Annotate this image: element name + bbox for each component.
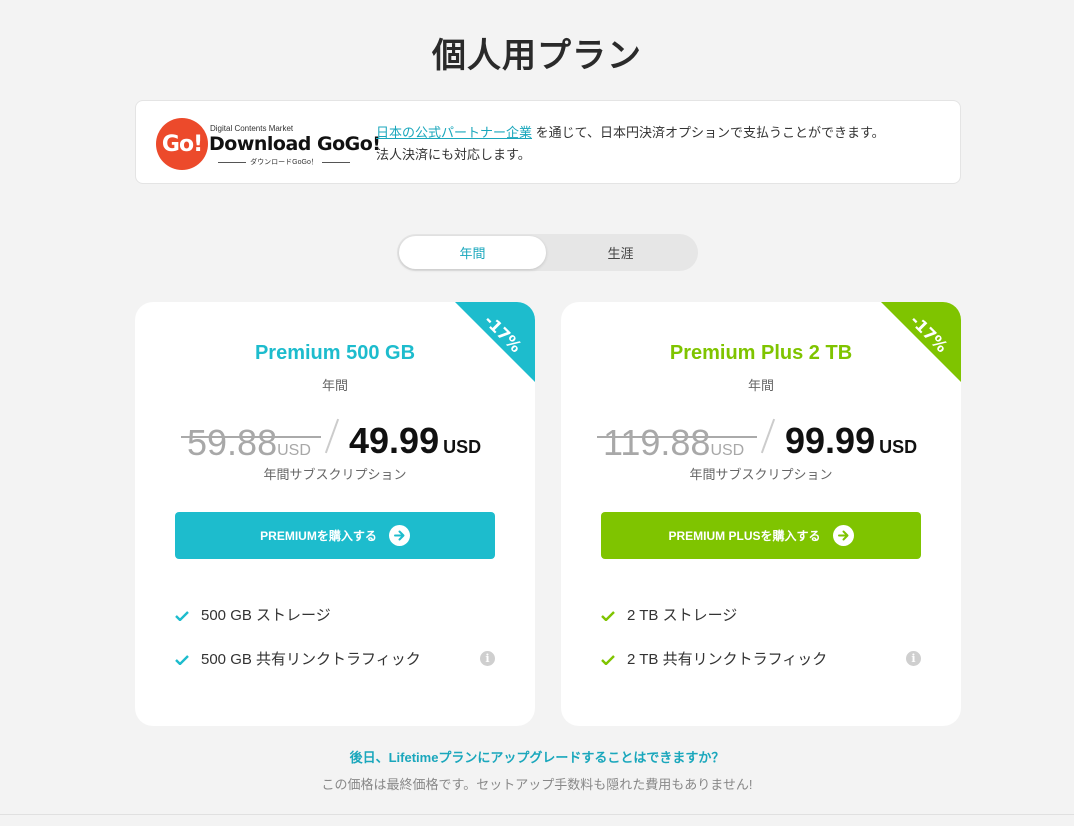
old-price-unit: USD [710, 442, 745, 459]
price-caption: 年間サブスクリプション [689, 467, 833, 482]
toggle-option-lifetime[interactable]: 生涯 [547, 236, 694, 269]
logo-wordmark: Download GoGo! [209, 133, 381, 155]
logo-go-badge: Go! [156, 118, 208, 170]
plan-name: Premium 500 GB [254, 342, 416, 364]
price-row: 59.88USD 49.99 USD [135, 418, 535, 464]
plan-name: Premium Plus 2 TB [669, 342, 853, 364]
page-title: 個人用プラン [432, 36, 642, 76]
plan-card-premium-500gb: -17% Premium 500 GB 年間 59.88USD 49.99 USD… [135, 302, 535, 726]
new-price-unit: USD [443, 437, 482, 457]
plan-period: 年間 [747, 378, 774, 393]
partner-banner: Go! Digital Contents Market Download GoG… [135, 100, 961, 184]
toggle-option-annual[interactable]: 年間 [399, 236, 546, 269]
new-price: 49.99 USD [349, 420, 481, 462]
check-icon [601, 608, 617, 625]
logo-tagline: Digital Contents Market [210, 124, 294, 133]
partner-description: 日本の公式パートナー企業 を通じて、日本円決済オプションで支払うことができます。… [376, 122, 885, 166]
old-price: 119.88USD [603, 422, 744, 464]
price-divider [324, 418, 340, 454]
buy-premium-plus-button[interactable]: PREMIUM PLUSを購入する [601, 512, 921, 559]
plan-card-premium-plus-2tb: -17% Premium Plus 2 TB 年間 119.88USD 99.9… [561, 302, 961, 726]
partner-text-line2: 法人決済にも対応します。 [376, 147, 531, 162]
check-icon [175, 608, 191, 625]
check-icon [175, 652, 191, 669]
partner-text-line1: を通じて、日本円決済オプションで支払うことができます。 [532, 125, 885, 140]
partner-link[interactable]: 日本の公式パートナー企業 [376, 125, 532, 140]
feature-label: 2 TB ストレージ [627, 607, 738, 624]
faq-upgrade-link[interactable]: 後日、Lifetimeプランにアップグレードすることはできますか？ [0, 747, 1074, 766]
divider [0, 814, 1074, 815]
buy-button-label: PREMIUM PLUSを購入する [668, 529, 821, 543]
old-price-value: 119.88 [603, 422, 711, 463]
new-price: 99.99 USD [785, 420, 917, 462]
billing-period-toggle: 年間 生涯 [397, 234, 698, 271]
price-divider [760, 418, 776, 454]
arrow-right-circle-icon [832, 525, 854, 546]
price-footnote: この価格は最終価格です。セットアップ手数料も隠れた費用もありません! [321, 777, 753, 792]
price-caption: 年間サブスクリプション [263, 467, 407, 482]
new-price-value: 49.99 [349, 420, 440, 461]
arrow-right-circle-icon [388, 525, 410, 546]
old-price-value: 59.88 [187, 422, 278, 463]
info-icon[interactable]: i [906, 651, 921, 666]
old-price-unit: USD [277, 442, 311, 459]
feature-label: 500 GB 共有リンクトラフィック [201, 651, 421, 668]
buy-premium-button[interactable]: PREMIUMを購入する [175, 512, 495, 559]
feature-label: 500 GB ストレージ [201, 607, 331, 624]
plan-period: 年間 [321, 378, 348, 393]
logo-subtitle: ダウンロードGoGo！ [210, 157, 358, 167]
feature-item: 500 GB ストレージ [175, 604, 331, 625]
old-price-strikethrough [597, 436, 757, 438]
old-price-strikethrough [181, 436, 321, 438]
buy-button-label: PREMIUMを購入する [260, 529, 377, 543]
new-price-unit: USD [879, 437, 918, 457]
check-icon [601, 652, 617, 669]
price-row: 119.88USD 99.99 USD [561, 418, 961, 464]
new-price-value: 99.99 [785, 420, 876, 461]
feature-item: 2 TB ストレージ [601, 604, 737, 625]
download-gogo-logo: Go! Digital Contents Market Download GoG… [156, 118, 381, 170]
feature-label: 2 TB 共有リンクトラフィック [627, 651, 828, 668]
feature-item: 2 TB 共有リンクトラフィック [601, 648, 827, 669]
old-price: 59.88USD [187, 422, 311, 464]
feature-item: 500 GB 共有リンクトラフィック [175, 648, 421, 669]
info-icon[interactable]: i [480, 651, 495, 666]
